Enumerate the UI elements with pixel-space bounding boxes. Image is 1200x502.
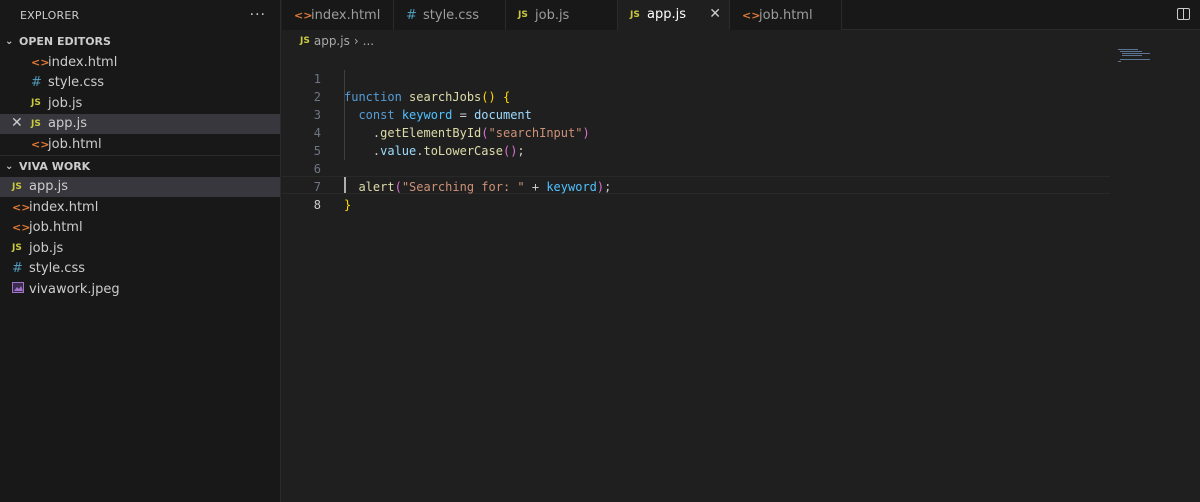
file-app-js[interactable]: JS app.js xyxy=(0,176,280,197)
open-editors-title: OPEN EDITORS xyxy=(19,34,111,48)
html-file-icon: <> xyxy=(31,137,50,151)
line-number: 8 xyxy=(313,198,321,212)
close-tab-icon[interactable]: ✕ xyxy=(709,6,721,22)
open-editor-style-css[interactable]: # style.css xyxy=(0,73,280,94)
html-file-icon: <> xyxy=(31,55,50,69)
code-line[interactable]: 4 .value.toLowerCase(); xyxy=(282,106,1112,158)
file-job-js[interactable]: JS job.js xyxy=(0,238,280,259)
code-line[interactable]: 1 function searchJobs() { xyxy=(282,52,1112,104)
open-editor-index-html[interactable]: <> index.html xyxy=(0,52,280,73)
workspace-title: VIVA WORK xyxy=(19,159,91,173)
html-file-icon: <> xyxy=(294,8,313,22)
file-label: job.html xyxy=(29,220,83,236)
code-editor[interactable]: 1 function searchJobs() { 2 const keywor… xyxy=(282,52,1200,502)
text-cursor xyxy=(344,177,346,193)
js-file-icon: JS xyxy=(518,10,528,20)
file-style-css[interactable]: # style.css xyxy=(0,259,280,280)
open-editor-job-js[interactable]: JS job.js xyxy=(0,93,280,114)
js-file-icon: JS xyxy=(31,118,41,129)
explorer-header: EXPLORER ··· xyxy=(0,0,280,30)
open-editor-job-html[interactable]: <> job.html xyxy=(0,134,280,155)
tab-label: job.html xyxy=(759,7,813,23)
file-label: index.html xyxy=(29,199,99,215)
open-editor-label: job.js xyxy=(48,95,83,111)
html-file-icon: <> xyxy=(12,221,31,235)
close-icon[interactable]: ✕ xyxy=(11,115,23,131)
code-line[interactable]: 2 const keyword = document xyxy=(282,70,1112,122)
open-editors-section[interactable]: ⌄ OPEN EDITORS xyxy=(0,30,280,52)
chevron-down-icon: ⌄ xyxy=(5,35,14,47)
explorer-title: EXPLORER xyxy=(20,8,80,22)
tab-app-js[interactable]: JS app.js ✕ xyxy=(618,0,730,30)
js-file-icon: JS xyxy=(630,9,640,20)
open-editor-app-js[interactable]: ✕ JS app.js xyxy=(0,113,280,134)
explorer-sidebar: EXPLORER ··· ⌄ OPEN EDITORS <> index.htm… xyxy=(0,0,281,502)
js-file-icon: JS xyxy=(31,98,41,109)
file-label: vivawork.jpeg xyxy=(29,281,120,297)
tab-label: index.html xyxy=(311,7,381,23)
code-line[interactable]: 3 .getElementById("searchInput") xyxy=(282,88,1112,140)
tab-job-html[interactable]: <> job.html xyxy=(730,0,842,30)
code-line[interactable]: 6 alert("Searching for: " + keyword); xyxy=(282,142,1112,194)
workspace-section[interactable]: ⌄ VIVA WORK xyxy=(0,154,280,177)
code-line[interactable]: 7 } xyxy=(282,160,1112,212)
breadcrumb-file[interactable]: app.js xyxy=(314,34,350,48)
file-vivawork-jpeg[interactable]: vivawork.jpeg xyxy=(0,279,280,300)
tab-label: job.js xyxy=(535,7,570,23)
more-actions-icon[interactable]: ··· xyxy=(250,7,266,23)
image-file-icon xyxy=(12,282,29,296)
js-file-icon: JS xyxy=(12,243,22,254)
js-file-icon: JS xyxy=(12,181,22,192)
tab-label: app.js xyxy=(647,7,686,22)
chevron-down-icon: ⌄ xyxy=(5,160,14,172)
code-line[interactable]: 8 xyxy=(282,178,1112,212)
code-text: } xyxy=(344,198,352,212)
tab-label: style.css xyxy=(423,7,479,23)
open-editor-label: job.html xyxy=(48,136,102,152)
breadcrumb: JS app.js › ... xyxy=(300,30,374,52)
split-editor-icon[interactable] xyxy=(1177,8,1190,20)
tab-style-css[interactable]: # style.css xyxy=(394,0,506,30)
css-file-icon: # xyxy=(406,7,417,23)
css-file-icon: # xyxy=(12,261,23,277)
editor-tab-bar: <> index.html # style.css JS job.js JS a… xyxy=(282,0,1200,30)
file-label: job.js xyxy=(29,240,64,256)
breadcrumb-separator-icon: › xyxy=(353,34,359,48)
tab-index-html[interactable]: <> index.html xyxy=(282,0,394,30)
file-label: app.js xyxy=(29,179,68,195)
open-editor-label: index.html xyxy=(48,54,118,70)
open-editor-label: style.css xyxy=(48,75,104,91)
code-line[interactable]: 5 xyxy=(282,124,1112,158)
html-file-icon: <> xyxy=(12,200,31,214)
js-file-icon: JS xyxy=(300,36,310,46)
minimap[interactable] xyxy=(1118,49,1158,69)
open-editor-label: app.js xyxy=(48,116,87,132)
css-file-icon: # xyxy=(31,75,42,91)
file-index-html[interactable]: <> index.html xyxy=(0,197,280,218)
html-file-icon: <> xyxy=(742,8,761,22)
tab-job-js[interactable]: JS job.js xyxy=(506,0,618,30)
breadcrumb-rest[interactable]: ... xyxy=(363,34,374,48)
file-label: style.css xyxy=(29,261,85,277)
file-job-html[interactable]: <> job.html xyxy=(0,218,280,239)
